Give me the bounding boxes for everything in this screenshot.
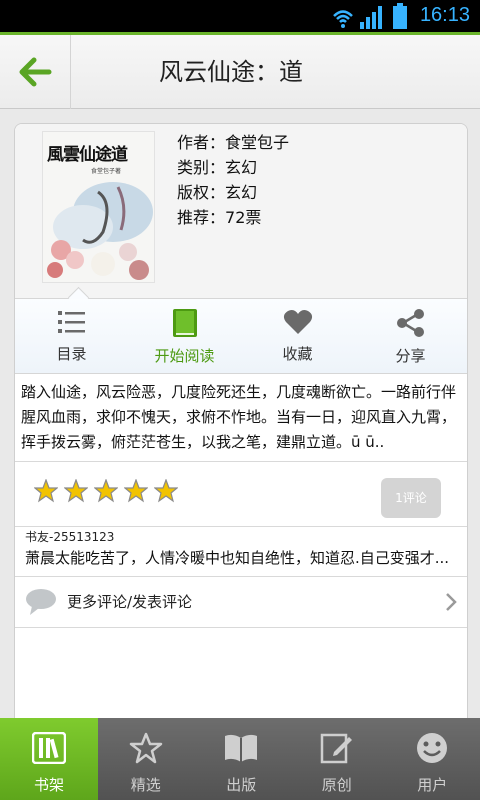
- book-actions: 目录 开始阅读 收藏 分享: [15, 299, 467, 374]
- smiley-icon: [417, 733, 448, 763]
- share-label: 分享: [395, 347, 426, 365]
- cover-subtitle: 食堂包子著: [91, 168, 122, 175]
- book-info: 風雲仙途道 食堂包子著 作者：食堂包子 类别：玄幻 版权：玄幻 推荐：72票: [15, 124, 467, 309]
- bottom-nav: 书架 精选 出版 原创 用户: [0, 718, 480, 800]
- comment-user: 书友-25513123: [25, 530, 115, 544]
- nav-user[interactable]: 用户: [385, 718, 480, 800]
- more-comments-row[interactable]: 更多评论/发表评论: [15, 577, 467, 628]
- toc-button[interactable]: 目录: [15, 299, 128, 373]
- meta-votes: 推荐：72票: [177, 208, 262, 227]
- back-button[interactable]: [0, 35, 71, 109]
- bookshelf-icon: [31, 731, 67, 765]
- book-description: 踏入仙途，风云险恶，几度险死还生，几度魂断欲亡。一路前行伴腥风血雨，求仰不愧天，…: [15, 374, 467, 462]
- status-time: 16:13: [419, 4, 470, 26]
- star-outline-icon: [129, 732, 162, 764]
- signal-icon: [360, 6, 382, 29]
- more-comments-label: 更多评论/发表评论: [67, 593, 193, 611]
- wifi-icon: [333, 10, 353, 28]
- favorite-button[interactable]: 收藏: [241, 299, 354, 373]
- edit-icon: [320, 733, 352, 764]
- comment-count-button[interactable]: 1评论: [381, 478, 441, 518]
- star-icon: [34, 479, 58, 503]
- nav-bookshelf-label: 书架: [33, 776, 64, 794]
- rating-row: 1评论: [15, 462, 467, 527]
- nav-bookshelf[interactable]: 书架: [0, 718, 98, 800]
- header: 风云仙途：道: [0, 32, 480, 109]
- meta-category: 类别：玄幻: [177, 158, 258, 177]
- star-icon: [124, 479, 148, 503]
- status-icons: [332, 3, 408, 29]
- page-title: 风云仙途：道: [159, 58, 303, 86]
- book-detail-card: 風雲仙途道 食堂包子著 作者：食堂包子 类别：玄幻 版权：玄幻 推荐：72票 目…: [14, 123, 468, 735]
- nav-featured-label: 精选: [130, 776, 161, 794]
- nav-original[interactable]: 原创: [289, 718, 385, 800]
- toc-label: 目录: [56, 345, 87, 363]
- start-reading-label: 开始阅读: [154, 347, 215, 365]
- meta-author: 作者：食堂包子: [177, 133, 290, 152]
- favorite-label: 收藏: [282, 345, 313, 363]
- star-icon: [64, 479, 88, 503]
- nav-publish-label: 出版: [226, 776, 257, 794]
- cover-title: 風雲仙途道: [47, 145, 128, 165]
- open-book-icon: [225, 734, 258, 762]
- meta-copyright: 版权：玄幻: [177, 183, 258, 202]
- nav-user-label: 用户: [417, 776, 448, 794]
- speech-bubble-icon: [26, 589, 56, 615]
- heart-icon: [283, 310, 312, 334]
- nav-featured[interactable]: 精选: [98, 718, 194, 800]
- status-bar: 16:13: [0, 0, 480, 32]
- rating-stars[interactable]: [34, 479, 178, 503]
- star-icon: [154, 479, 178, 503]
- start-reading-button[interactable]: 开始阅读: [128, 299, 241, 373]
- book-meta: 作者：食堂包子 类别：玄幻 版权：玄幻 推荐：72票: [177, 130, 289, 230]
- nav-publish[interactable]: 出版: [194, 718, 290, 800]
- star-icon: [94, 479, 118, 503]
- list-icon: [57, 311, 85, 333]
- nav-original-label: 原创: [321, 776, 352, 794]
- comment-text: 萧晨太能吃苦了，人情冷暖中也知自绝性，知道忍.自己变强才...: [25, 549, 450, 567]
- share-icon: [396, 309, 424, 337]
- chevron-right-icon: [446, 593, 457, 611]
- battery-icon: [393, 3, 407, 29]
- comment-item[interactable]: 书友-25513123 萧晨太能吃苦了，人情冷暖中也知自绝性，知道忍.自己变强才…: [15, 527, 467, 577]
- book-cover[interactable]: 風雲仙途道 食堂包子著: [42, 131, 155, 283]
- book-icon: [172, 309, 197, 337]
- back-arrow-icon: [19, 57, 52, 87]
- share-button[interactable]: 分享: [354, 299, 467, 373]
